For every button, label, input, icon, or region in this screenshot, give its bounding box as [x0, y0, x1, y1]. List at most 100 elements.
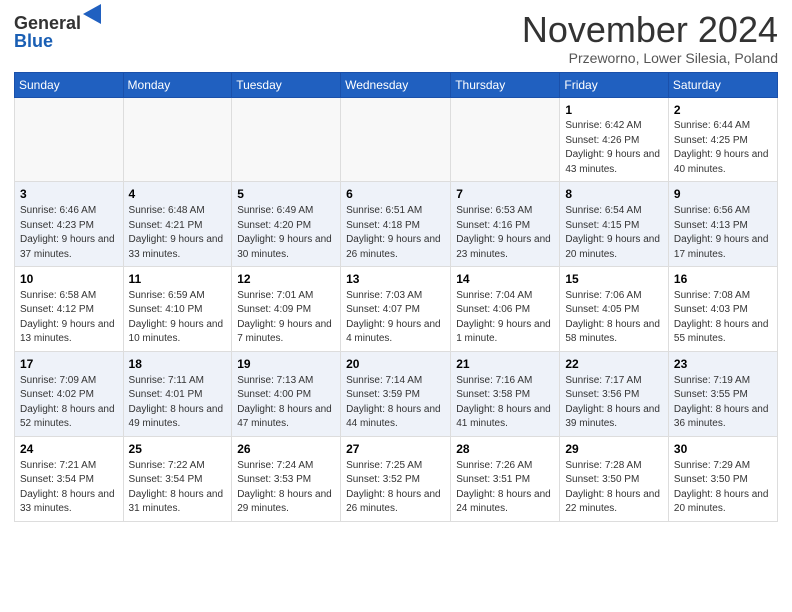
day-info: Sunrise: 7:06 AM Sunset: 4:05 PM Dayligh… — [565, 289, 663, 347]
calendar-day-21: 21Sunrise: 7:16 AM Sunset: 3:58 PM Dayli… — [451, 351, 560, 436]
day-number: 12 — [237, 271, 335, 288]
day-number: 24 — [20, 441, 118, 458]
day-number: 23 — [674, 356, 772, 373]
weekday-header-friday: Friday — [560, 72, 669, 97]
calendar-day-23: 23Sunrise: 7:19 AM Sunset: 3:55 PM Dayli… — [668, 351, 777, 436]
weekday-header-wednesday: Wednesday — [341, 72, 451, 97]
day-number: 30 — [674, 441, 772, 458]
logo: General Blue — [14, 14, 101, 50]
day-number: 25 — [129, 441, 227, 458]
weekday-header-thursday: Thursday — [451, 72, 560, 97]
calendar-day-12: 12Sunrise: 7:01 AM Sunset: 4:09 PM Dayli… — [232, 267, 341, 352]
day-number: 1 — [565, 102, 663, 119]
calendar-day-8: 8Sunrise: 6:54 AM Sunset: 4:15 PM Daylig… — [560, 182, 669, 267]
calendar-week-row: 1Sunrise: 6:42 AM Sunset: 4:26 PM Daylig… — [15, 97, 778, 182]
calendar-day-11: 11Sunrise: 6:59 AM Sunset: 4:10 PM Dayli… — [123, 267, 232, 352]
calendar-day-empty — [15, 97, 124, 182]
weekday-header-sunday: Sunday — [15, 72, 124, 97]
calendar-day-27: 27Sunrise: 7:25 AM Sunset: 3:52 PM Dayli… — [341, 436, 451, 521]
day-number: 19 — [237, 356, 335, 373]
calendar-day-25: 25Sunrise: 7:22 AM Sunset: 3:54 PM Dayli… — [123, 436, 232, 521]
calendar-day-14: 14Sunrise: 7:04 AM Sunset: 4:06 PM Dayli… — [451, 267, 560, 352]
day-number: 21 — [456, 356, 554, 373]
calendar-day-17: 17Sunrise: 7:09 AM Sunset: 4:02 PM Dayli… — [15, 351, 124, 436]
day-number: 10 — [20, 271, 118, 288]
logo-general-text: General — [14, 14, 81, 32]
day-info: Sunrise: 7:04 AM Sunset: 4:06 PM Dayligh… — [456, 289, 554, 347]
day-info: Sunrise: 7:22 AM Sunset: 3:54 PM Dayligh… — [129, 459, 227, 517]
day-info: Sunrise: 6:58 AM Sunset: 4:12 PM Dayligh… — [20, 289, 118, 347]
day-number: 2 — [674, 102, 772, 119]
calendar-day-18: 18Sunrise: 7:11 AM Sunset: 4:01 PM Dayli… — [123, 351, 232, 436]
calendar-week-row: 10Sunrise: 6:58 AM Sunset: 4:12 PM Dayli… — [15, 267, 778, 352]
day-number: 27 — [346, 441, 445, 458]
day-info: Sunrise: 7:09 AM Sunset: 4:02 PM Dayligh… — [20, 374, 118, 432]
page: General Blue November 2024 Przeworno, Lo… — [0, 0, 792, 612]
header: General Blue November 2024 Przeworno, Lo… — [14, 10, 778, 66]
day-number: 20 — [346, 356, 445, 373]
day-number: 26 — [237, 441, 335, 458]
calendar-day-24: 24Sunrise: 7:21 AM Sunset: 3:54 PM Dayli… — [15, 436, 124, 521]
day-number: 17 — [20, 356, 118, 373]
calendar-day-2: 2Sunrise: 6:44 AM Sunset: 4:25 PM Daylig… — [668, 97, 777, 182]
day-info: Sunrise: 6:53 AM Sunset: 4:16 PM Dayligh… — [456, 204, 554, 262]
day-info: Sunrise: 7:01 AM Sunset: 4:09 PM Dayligh… — [237, 289, 335, 347]
calendar-day-10: 10Sunrise: 6:58 AM Sunset: 4:12 PM Dayli… — [15, 267, 124, 352]
title-block: November 2024 Przeworno, Lower Silesia, … — [522, 10, 778, 66]
day-info: Sunrise: 7:29 AM Sunset: 3:50 PM Dayligh… — [674, 459, 772, 517]
day-info: Sunrise: 6:46 AM Sunset: 4:23 PM Dayligh… — [20, 204, 118, 262]
weekday-header-monday: Monday — [123, 72, 232, 97]
calendar-week-row: 17Sunrise: 7:09 AM Sunset: 4:02 PM Dayli… — [15, 351, 778, 436]
logo-icon — [83, 4, 101, 26]
day-number: 3 — [20, 186, 118, 203]
day-info: Sunrise: 7:25 AM Sunset: 3:52 PM Dayligh… — [346, 459, 445, 517]
weekday-header-tuesday: Tuesday — [232, 72, 341, 97]
calendar-day-30: 30Sunrise: 7:29 AM Sunset: 3:50 PM Dayli… — [668, 436, 777, 521]
calendar-day-15: 15Sunrise: 7:06 AM Sunset: 4:05 PM Dayli… — [560, 267, 669, 352]
day-info: Sunrise: 7:16 AM Sunset: 3:58 PM Dayligh… — [456, 374, 554, 432]
calendar-day-19: 19Sunrise: 7:13 AM Sunset: 4:00 PM Dayli… — [232, 351, 341, 436]
calendar-day-26: 26Sunrise: 7:24 AM Sunset: 3:53 PM Dayli… — [232, 436, 341, 521]
day-info: Sunrise: 7:03 AM Sunset: 4:07 PM Dayligh… — [346, 289, 445, 347]
day-info: Sunrise: 6:44 AM Sunset: 4:25 PM Dayligh… — [674, 119, 772, 177]
calendar-day-9: 9Sunrise: 6:56 AM Sunset: 4:13 PM Daylig… — [668, 182, 777, 267]
day-number: 29 — [565, 441, 663, 458]
calendar-day-29: 29Sunrise: 7:28 AM Sunset: 3:50 PM Dayli… — [560, 436, 669, 521]
location: Przeworno, Lower Silesia, Poland — [522, 50, 778, 66]
day-info: Sunrise: 7:19 AM Sunset: 3:55 PM Dayligh… — [674, 374, 772, 432]
day-info: Sunrise: 7:08 AM Sunset: 4:03 PM Dayligh… — [674, 289, 772, 347]
day-info: Sunrise: 7:26 AM Sunset: 3:51 PM Dayligh… — [456, 459, 554, 517]
day-info: Sunrise: 6:48 AM Sunset: 4:21 PM Dayligh… — [129, 204, 227, 262]
calendar: SundayMondayTuesdayWednesdayThursdayFrid… — [14, 72, 778, 522]
calendar-header-row: SundayMondayTuesdayWednesdayThursdayFrid… — [15, 72, 778, 97]
logo-blue-text: Blue — [14, 32, 81, 50]
day-number: 7 — [456, 186, 554, 203]
calendar-week-row: 24Sunrise: 7:21 AM Sunset: 3:54 PM Dayli… — [15, 436, 778, 521]
day-number: 6 — [346, 186, 445, 203]
calendar-day-empty — [232, 97, 341, 182]
day-info: Sunrise: 6:54 AM Sunset: 4:15 PM Dayligh… — [565, 204, 663, 262]
day-number: 16 — [674, 271, 772, 288]
month-title: November 2024 — [522, 10, 778, 50]
calendar-day-empty — [341, 97, 451, 182]
day-number: 15 — [565, 271, 663, 288]
calendar-day-20: 20Sunrise: 7:14 AM Sunset: 3:59 PM Dayli… — [341, 351, 451, 436]
day-info: Sunrise: 7:24 AM Sunset: 3:53 PM Dayligh… — [237, 459, 335, 517]
day-info: Sunrise: 7:13 AM Sunset: 4:00 PM Dayligh… — [237, 374, 335, 432]
day-info: Sunrise: 6:49 AM Sunset: 4:20 PM Dayligh… — [237, 204, 335, 262]
calendar-day-7: 7Sunrise: 6:53 AM Sunset: 4:16 PM Daylig… — [451, 182, 560, 267]
day-info: Sunrise: 7:14 AM Sunset: 3:59 PM Dayligh… — [346, 374, 445, 432]
calendar-day-28: 28Sunrise: 7:26 AM Sunset: 3:51 PM Dayli… — [451, 436, 560, 521]
day-number: 13 — [346, 271, 445, 288]
day-info: Sunrise: 7:17 AM Sunset: 3:56 PM Dayligh… — [565, 374, 663, 432]
day-info: Sunrise: 7:28 AM Sunset: 3:50 PM Dayligh… — [565, 459, 663, 517]
calendar-day-16: 16Sunrise: 7:08 AM Sunset: 4:03 PM Dayli… — [668, 267, 777, 352]
day-number: 5 — [237, 186, 335, 203]
day-number: 9 — [674, 186, 772, 203]
calendar-day-6: 6Sunrise: 6:51 AM Sunset: 4:18 PM Daylig… — [341, 182, 451, 267]
day-number: 8 — [565, 186, 663, 203]
day-number: 22 — [565, 356, 663, 373]
calendar-day-22: 22Sunrise: 7:17 AM Sunset: 3:56 PM Dayli… — [560, 351, 669, 436]
calendar-day-empty — [123, 97, 232, 182]
day-number: 11 — [129, 271, 227, 288]
